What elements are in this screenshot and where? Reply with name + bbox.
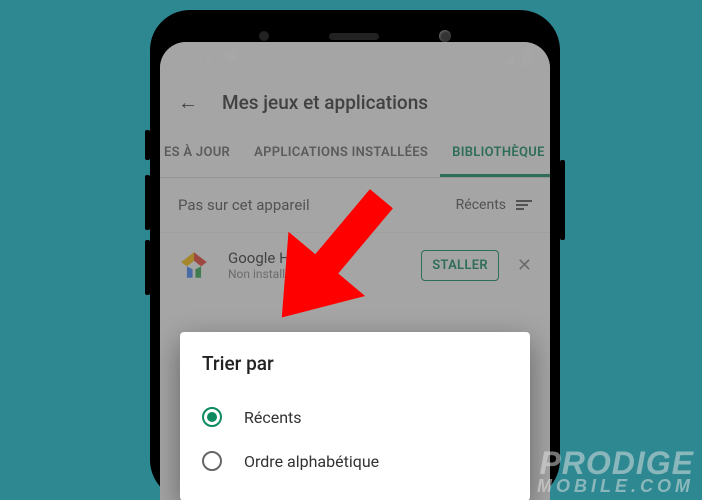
sort-option-recent[interactable]: Récents [202,395,508,439]
tab-installed[interactable]: APPLICATIONS INSTALLÉES [242,131,440,177]
tab-updates[interactable]: ES À JOUR [160,131,242,177]
network-type: 4G [481,54,493,63]
camera-icon [439,30,451,42]
sort-icon [516,200,532,210]
section-title: Pas sur cet appareil [178,196,310,214]
sort-label: Récents [456,197,506,213]
sort-option-alphabetical[interactable]: Ordre alphabétique [202,439,508,483]
speaker-grille [329,33,379,40]
radio-unchecked-icon [202,451,222,471]
radio-checked-icon [202,407,222,427]
watermark-line2: MOBILE.COM [537,478,694,494]
screen: 17:19 4G ← Mes jeux et applications ES À… [160,42,550,500]
close-icon[interactable]: ✕ [513,255,536,276]
volume-down-button [145,240,150,295]
dialog-title: Trier par [202,352,508,375]
page-title: Mes jeux et applications [222,91,428,114]
back-arrow-icon[interactable]: ← [178,90,198,115]
install-button[interactable]: STALLER [421,250,499,281]
signal-icon [501,52,515,64]
app-subtitle: Non installée [228,267,407,281]
battery-icon [523,51,532,66]
tab-bar: ES À JOUR APPLICATIONS INSTALLÉES BIBLIO… [160,131,550,178]
sort-control[interactable]: Récents [456,197,532,213]
section-header: Pas sur cet appareil Récents [160,178,550,232]
watermark-line1: PRODIGE [537,449,694,478]
power-button [560,160,565,240]
volume-up-button [145,175,150,230]
notch [150,30,560,42]
option-label: Récents [244,408,302,427]
app-info: Google Home Non installée [228,249,407,281]
option-label: Ordre alphabétique [244,452,379,471]
sensor-icon [259,31,269,41]
side-button [145,130,150,160]
status-bar: 17:19 4G [160,42,550,74]
sort-dialog: Trier par Récents Ordre alphabétique [180,332,530,500]
twitter-icon [223,49,239,67]
list-item[interactable]: Google Home Non installée STALLER ✕ [160,232,550,297]
app-header: ← Mes jeux et applications [160,74,550,131]
tab-library[interactable]: BIBLIOTHÈQUE [440,131,550,177]
app-name: Google Home [228,249,407,267]
google-home-icon [174,245,214,285]
phone-frame: 17:19 4G ← Mes jeux et applications ES À… [150,10,560,500]
status-time: 17:19 [178,50,213,66]
watermark: PRODIGE MOBILE.COM [537,449,694,494]
